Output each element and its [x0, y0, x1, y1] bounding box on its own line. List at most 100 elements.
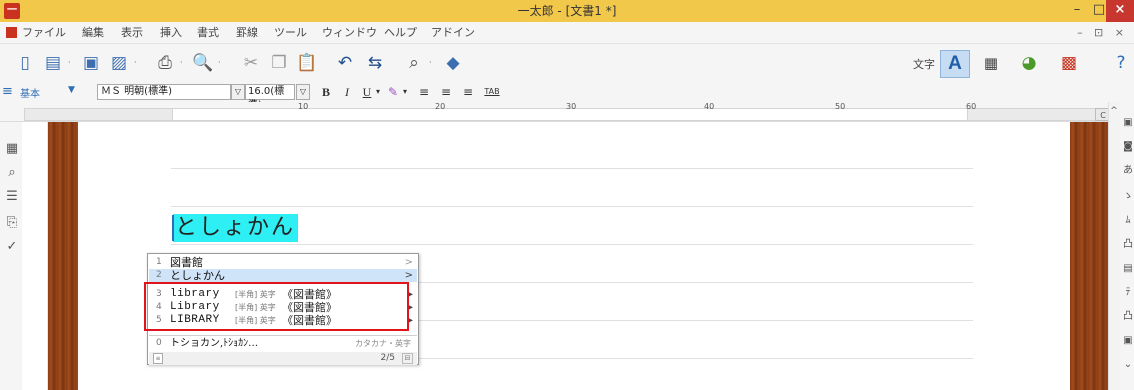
paste-button[interactable]: 📋: [294, 50, 320, 76]
align-left-icon[interactable]: ≡: [416, 83, 432, 101]
print-icon: ⎙: [158, 53, 172, 73]
menu-file[interactable]: ファイル: [22, 22, 66, 44]
jump-button[interactable]: ◆: [440, 50, 466, 76]
palette-icon[interactable]: ▣: [1122, 334, 1134, 348]
table-mode-button[interactable]: ▦: [978, 50, 1004, 76]
candidate-category-label: カタカナ・英字: [355, 339, 411, 348]
candidate-number: 2: [156, 270, 162, 280]
text-guideline: [171, 206, 973, 207]
candidate-row-0[interactable]: 0 トショカン,ﾄｼｮｶﾝ… カタカナ・英字: [149, 337, 417, 350]
thumbnail-icon[interactable]: ▦: [4, 140, 20, 158]
save-button[interactable]: ▣: [78, 50, 104, 76]
menu-tools[interactable]: ツール: [274, 22, 307, 44]
menu-window[interactable]: ウィンドウ: [322, 22, 377, 44]
scroll-up-icon[interactable]: ^: [1108, 104, 1120, 118]
paragraph-style-select[interactable]: 基本: [20, 85, 40, 100]
paragraph-style-icon[interactable]: ≡: [2, 85, 16, 99]
layout-mode-button[interactable]: ▩: [1056, 50, 1082, 76]
menu-format[interactable]: 書式: [197, 22, 219, 44]
search-dropdown-icon[interactable]: ·: [429, 58, 436, 68]
open-dropdown-icon[interactable]: ·: [68, 58, 75, 68]
expand-arrow-icon[interactable]: >: [405, 256, 413, 269]
document-window-controls[interactable]: – ⊡ ×: [1077, 22, 1128, 44]
outline-icon[interactable]: ☰: [4, 188, 20, 206]
save-dropdown-icon[interactable]: ·: [134, 58, 141, 68]
style-dropdown-icon[interactable]: ▼: [68, 85, 75, 95]
save-as-icon: ▨: [110, 53, 128, 73]
cut-button[interactable]: ✂: [238, 50, 264, 76]
palette-icon[interactable]: ﾑ: [1122, 214, 1134, 228]
search-button[interactable]: ⌕: [401, 50, 427, 76]
palette-icon[interactable]: 凸: [1122, 238, 1134, 252]
candidate-page-indicator: 2/5: [380, 353, 395, 363]
candidate-footer: ≡ 2/5 ⊟: [149, 352, 417, 365]
open-button[interactable]: ▤: [40, 50, 66, 76]
expand-arrow-icon[interactable]: >: [405, 269, 413, 282]
redo-button[interactable]: ⇆: [362, 50, 388, 76]
help-button[interactable]: ?: [1108, 50, 1134, 76]
palette-icon[interactable]: ▤: [1122, 262, 1134, 276]
document-menu-icon[interactable]: [6, 27, 17, 38]
menu-help[interactable]: ヘルプ: [384, 22, 417, 44]
main-toolbar: ▯ ▤ · ▣ ▨ · ⎙ · 🔍 · ✂ ❐ 📋 ↶ ⇆ ⌕ · ◆ 文字 A…: [0, 44, 1134, 82]
dictionary-icon[interactable]: ≡: [153, 353, 163, 364]
search-panel-icon[interactable]: ⌕: [4, 164, 20, 182]
undo-button[interactable]: ↶: [332, 50, 358, 76]
format-bar: ≡ 基本 ▼ ＭＳ 明朝(標準) ▽ 16.0(標準) ▽ B I U ▾ ✎ …: [0, 82, 1134, 111]
font-size-dropdown-icon[interactable]: ▽: [296, 84, 310, 100]
font-name-select[interactable]: ＭＳ 明朝(標準): [97, 84, 231, 100]
ime-composition-text[interactable]: としょかん: [173, 214, 299, 242]
menu-addin[interactable]: アドイン: [431, 22, 475, 44]
object-mode-button[interactable]: ◕: [1016, 50, 1042, 76]
horizontal-ruler[interactable]: 10 20 30 40 50 60 C: [0, 102, 1120, 122]
print-preview-button[interactable]: 🔍: [190, 50, 216, 76]
menu-insert[interactable]: 挿入: [160, 22, 182, 44]
italic-button[interactable]: I: [340, 83, 354, 101]
font-name-dropdown-icon[interactable]: ▽: [231, 84, 245, 100]
desk-background-right: [1070, 122, 1108, 390]
print-dropdown-icon[interactable]: ·: [180, 58, 187, 68]
underline-dropdown-icon[interactable]: ▾: [374, 83, 382, 101]
text-guideline: [171, 168, 973, 169]
font-size-select[interactable]: 16.0(標準): [245, 84, 295, 111]
close-button[interactable]: ×: [1106, 0, 1134, 22]
font-color-dropdown-icon[interactable]: ▾: [401, 83, 409, 101]
candidate-number: 0: [156, 338, 162, 348]
character-mode-a-button[interactable]: A: [940, 50, 970, 78]
ruler-number: 20: [435, 102, 446, 111]
align-right-icon[interactable]: ≡: [460, 83, 476, 101]
underline-button[interactable]: U: [360, 83, 374, 101]
candidate-menu-icon[interactable]: ⊟: [402, 353, 413, 364]
save-icon: ▣: [82, 53, 100, 73]
minimize-button[interactable]: –: [1066, 0, 1088, 22]
check-icon[interactable]: ✓: [4, 238, 20, 256]
menu-view[interactable]: 表示: [121, 22, 143, 44]
align-center-icon[interactable]: ≡: [438, 83, 454, 101]
paste-icon: 📋: [296, 53, 318, 73]
candidate-row-1[interactable]: 1 図書館 >: [149, 256, 417, 269]
palette-icon[interactable]: ◙: [1122, 140, 1134, 154]
candidate-row-2[interactable]: 2 としょかん >: [149, 269, 417, 282]
menu-edit[interactable]: 編集: [82, 22, 104, 44]
palette-icon[interactable]: 凸: [1122, 310, 1134, 324]
font-color-icon[interactable]: ✎: [385, 83, 401, 101]
save-as-button[interactable]: ▨: [106, 50, 132, 76]
copy-button[interactable]: ❐: [266, 50, 292, 76]
preview-dropdown-icon[interactable]: ·: [218, 58, 225, 68]
chevron-down-icon[interactable]: ⌄: [1122, 358, 1134, 372]
tab-button[interactable]: TAB: [482, 83, 502, 101]
palette-icon[interactable]: ゝ: [1122, 190, 1134, 204]
print-button[interactable]: ⎙: [152, 50, 178, 76]
menu-ruled-line[interactable]: 罫線: [236, 22, 258, 44]
new-document-button[interactable]: ▯: [12, 50, 38, 76]
candidate-text: としょかん: [170, 269, 225, 282]
bold-button[interactable]: B: [319, 83, 333, 101]
search-icon: ⌕: [409, 53, 419, 73]
clipboard-panel-icon[interactable]: ⎘: [4, 214, 20, 232]
palette-icon[interactable]: ﾃ: [1122, 286, 1134, 300]
copy-icon: ❐: [271, 53, 287, 73]
vertical-scrollbar[interactable]: [1108, 102, 1120, 390]
palette-icon[interactable]: ▣: [1122, 116, 1134, 130]
palette-icon[interactable]: あ: [1122, 164, 1134, 178]
candidate-text: トショカン,ﾄｼｮｶﾝ…: [170, 338, 259, 349]
